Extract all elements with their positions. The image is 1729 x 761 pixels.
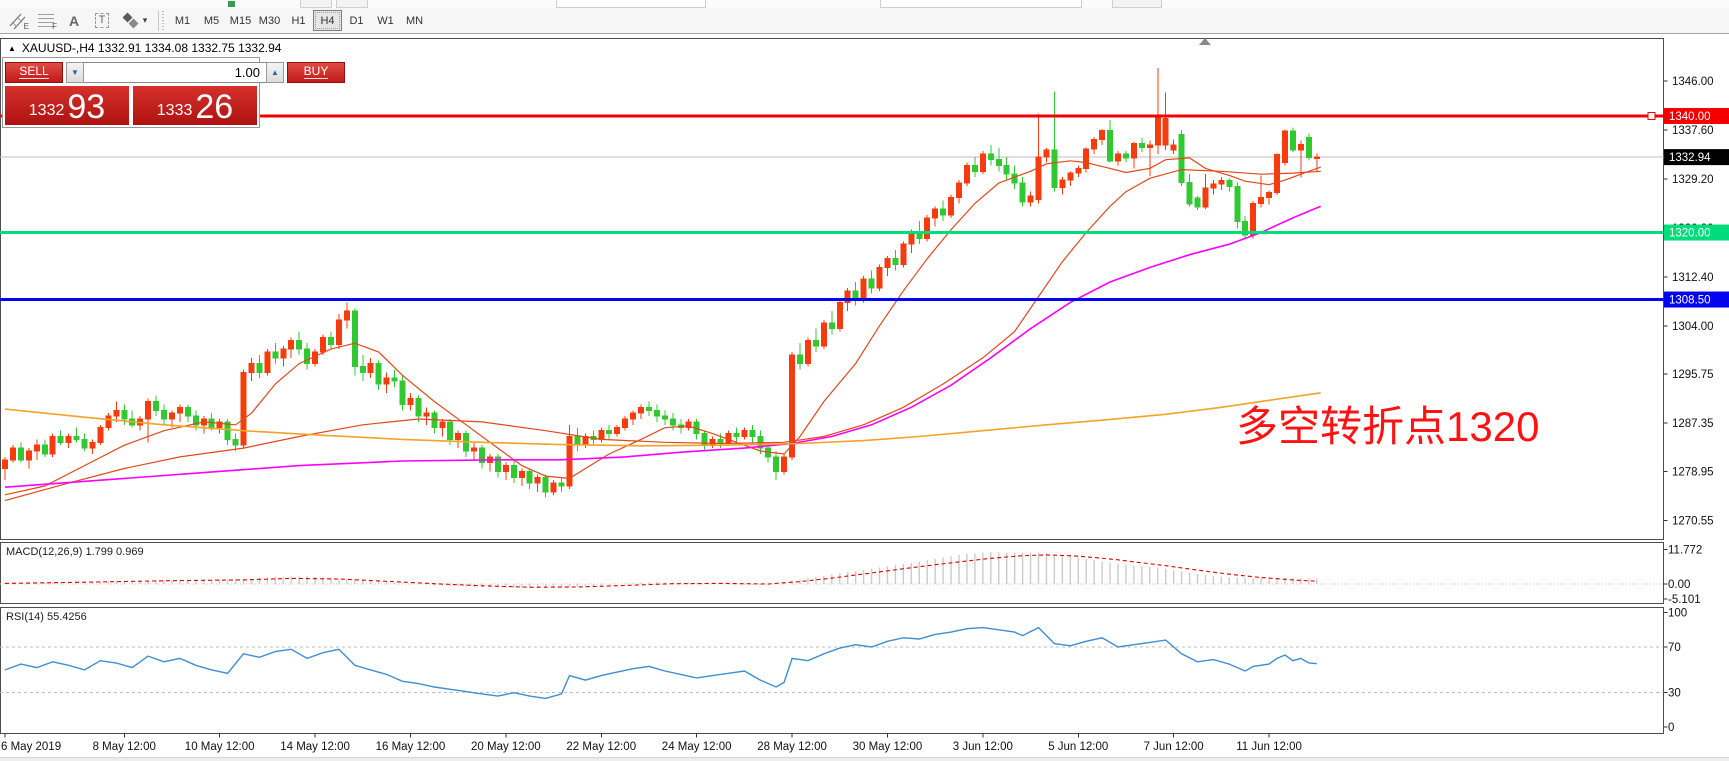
clipped-icon xyxy=(228,1,235,7)
text-tool-icon: T xyxy=(95,13,110,28)
symbol-ohlc-title: XAUUSD-,H4 1332.91 1334.08 1332.75 1332.… xyxy=(22,41,282,55)
fibonacci-button[interactable]: F xyxy=(32,10,60,32)
text-tool-button[interactable]: T xyxy=(88,10,116,32)
macd-panel: 11.772 0.00 -5.101 xyxy=(0,544,1702,606)
chart-annotation-text: 多空转折点1320 xyxy=(1236,404,1539,450)
horizontal-levels[interactable] xyxy=(0,112,1664,299)
timeframe-button-m5[interactable]: M5 xyxy=(197,10,226,31)
svg-text:16 May 12:00: 16 May 12:00 xyxy=(376,741,446,753)
candles xyxy=(3,68,1320,497)
toolbar: E F A T ▾ M1M5M15M30H1H4D1W1MN xyxy=(0,8,1729,34)
svg-text:1312.40: 1312.40 xyxy=(1672,272,1714,284)
collapse-arrow-icon[interactable]: ▲ xyxy=(8,44,16,53)
svg-text:3 Jun 12:00: 3 Jun 12:00 xyxy=(953,741,1013,753)
svg-text:1278.95: 1278.95 xyxy=(1672,467,1714,479)
svg-text:5 Jun 12:00: 5 Jun 12:00 xyxy=(1048,741,1108,753)
svg-text:10 May 12:00: 10 May 12:00 xyxy=(185,741,255,753)
timeframe-button-mn[interactable]: MN xyxy=(400,10,429,31)
svg-text:-5.101: -5.101 xyxy=(1668,594,1701,606)
volume-decrease-button[interactable]: ▼ xyxy=(66,62,84,83)
fibonacci-icon-letter: F xyxy=(52,22,57,31)
chart-shift-marker[interactable] xyxy=(1199,38,1211,45)
svg-text:11 Jun 12:00: 11 Jun 12:00 xyxy=(1236,741,1302,753)
bid-price-big: 93 xyxy=(67,90,105,124)
timeframe-button-h4[interactable]: H4 xyxy=(313,10,342,31)
clipped-toolbar-row xyxy=(0,0,1729,8)
bid-price-small: 1332 xyxy=(29,98,65,124)
svg-text:1308.50: 1308.50 xyxy=(1669,295,1711,307)
ma-fast xyxy=(5,158,1321,495)
letter-a-icon: A xyxy=(69,13,79,29)
panel-borders xyxy=(1,39,1664,734)
ask-price-tile[interactable]: 1333 26 xyxy=(133,86,257,125)
svg-text:1332.94: 1332.94 xyxy=(1669,152,1711,164)
rsi-line xyxy=(5,628,1317,699)
channel-icon-letter: E xyxy=(24,22,29,31)
svg-text:20 May 12:00: 20 May 12:00 xyxy=(471,741,541,753)
mt4-window: E F A T ▾ M1M5M15M30H1H4D1W1MN ▲ XAUUSD-… xyxy=(0,0,1729,761)
svg-text:14 May 12:00: 14 May 12:00 xyxy=(280,741,350,753)
svg-text:1320.00: 1320.00 xyxy=(1669,228,1711,240)
toolbar-separator xyxy=(158,11,159,31)
volume-input[interactable] xyxy=(84,62,266,83)
ask-price-small: 1333 xyxy=(157,98,193,124)
svg-text:22 May 12:00: 22 May 12:00 xyxy=(566,741,636,753)
macd-signal-line xyxy=(5,555,1317,587)
buy-button[interactable]: BUY xyxy=(287,62,345,83)
svg-text:28 May 12:00: 28 May 12:00 xyxy=(757,741,827,753)
svg-text:1340.00: 1340.00 xyxy=(1669,111,1711,123)
rsi-panel: 100 70 30 0 xyxy=(0,608,1687,734)
svg-text:1304.00: 1304.00 xyxy=(1672,321,1714,333)
moving-averages xyxy=(5,158,1321,501)
ma-mid xyxy=(5,170,1321,501)
arrows-tool-button[interactable]: ▾ xyxy=(116,10,152,32)
svg-text:0: 0 xyxy=(1668,722,1674,734)
timeframe-button-m30[interactable]: M30 xyxy=(255,10,284,31)
equidistant-channel-button[interactable]: E xyxy=(4,10,32,32)
svg-text:1295.75: 1295.75 xyxy=(1672,369,1714,381)
timeframe-button-d1[interactable]: D1 xyxy=(342,10,371,31)
rsi-indicator-label: RSI(14) 55.4256 xyxy=(6,611,87,623)
volume-increase-button[interactable]: ▲ xyxy=(266,62,284,83)
timeframe-button-m1[interactable]: M1 xyxy=(168,10,197,31)
svg-text:24 May 12:00: 24 May 12:00 xyxy=(662,741,732,753)
time-axis[interactable]: 6 May 2019 8 May 12:00 10 May 12:00 14 May … xyxy=(1,734,1302,754)
svg-text:1346.00: 1346.00 xyxy=(1672,76,1714,88)
svg-text:1329.20: 1329.20 xyxy=(1672,174,1714,186)
svg-text:1270.55: 1270.55 xyxy=(1672,516,1714,528)
svg-text:1287.35: 1287.35 xyxy=(1672,418,1714,430)
svg-text:11.772: 11.772 xyxy=(1668,544,1702,556)
bid-price-tile[interactable]: 1332 93 xyxy=(5,86,129,125)
arrows-icon xyxy=(121,11,141,31)
sell-button[interactable]: SELL xyxy=(5,62,63,83)
svg-text:1337.60: 1337.60 xyxy=(1672,125,1714,137)
chevron-down-icon: ▾ xyxy=(143,15,148,26)
ask-price-big: 26 xyxy=(195,90,233,124)
svg-text:7 Jun 12:00: 7 Jun 12:00 xyxy=(1144,741,1204,753)
text-label-button[interactable]: A xyxy=(60,10,88,32)
one-click-trading-panel: SELL ▼ ▲ BUY 1332 93 1333 26 xyxy=(2,57,260,128)
svg-text:30: 30 xyxy=(1668,688,1681,700)
svg-text:100: 100 xyxy=(1668,608,1687,620)
svg-text:0.00: 0.00 xyxy=(1668,579,1690,591)
svg-text:30 May 12:00: 30 May 12:00 xyxy=(853,741,923,753)
timeframe-button-h1[interactable]: H1 xyxy=(284,10,313,31)
timeframe-button-w1[interactable]: W1 xyxy=(371,10,400,31)
svg-text:6 May 2019: 6 May 2019 xyxy=(1,741,61,753)
timeframe-bar: M1M5M15M30H1H4D1W1MN xyxy=(168,10,429,31)
timeframe-button-m15[interactable]: M15 xyxy=(226,10,255,31)
window-bottom-edge xyxy=(0,757,1729,761)
symbol-header: ▲ XAUUSD-,H4 1332.91 1334.08 1332.75 133… xyxy=(8,41,281,55)
svg-text:70: 70 xyxy=(1668,642,1681,654)
trendline-anchor[interactable] xyxy=(1648,112,1655,119)
svg-text:8 May 12:00: 8 May 12:00 xyxy=(93,741,156,753)
macd-indicator-label: MACD(12,26,9) 1.799 0.969 xyxy=(6,546,144,558)
volume-spinner: ▼ ▲ xyxy=(66,62,284,83)
toolbar-grip[interactable] xyxy=(162,11,164,31)
